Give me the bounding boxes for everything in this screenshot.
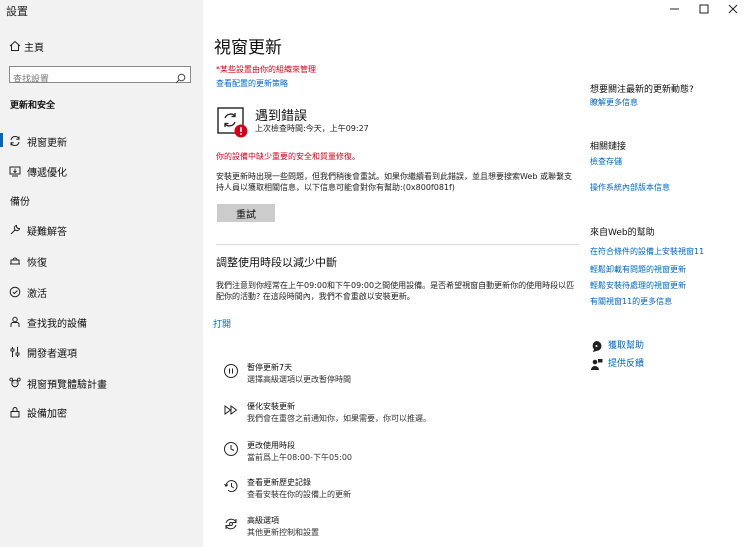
active-hours-description: 我們注意到你經常在上午09:00和下午09:00之間使用設備。是否希望視窗自動更… <box>216 281 575 301</box>
sidebar-item-backup[interactable]: 備份 <box>0 189 203 211</box>
sidebar-item-label: 視窗預覽體驗計畫 <box>27 380 107 391</box>
fast-forward-icon <box>223 402 239 418</box>
sidebar-item-label: 查找我的設備 <box>27 319 87 330</box>
web-help-heading: 來自Web的幫助 <box>590 228 655 238</box>
help-icon <box>590 338 603 352</box>
turn-on-link[interactable]: 打開 <box>213 317 231 330</box>
option-title: 高級選項 <box>247 516 279 525</box>
advanced-icon <box>223 516 239 532</box>
feedback-icon <box>590 356 603 370</box>
sidebar-item-recovery[interactable]: 恢復 <box>0 250 203 272</box>
clock-icon <box>223 441 239 457</box>
sidebar-item-delivery[interactable]: 傳遞優化 <box>0 160 203 182</box>
last-check-time: 上次檢查時間:今天，上午09:27 <box>255 124 369 133</box>
insider-icon <box>8 376 22 390</box>
web-help-link[interactable]: 輕鬆安裝待處理的視窗更新 <box>590 280 686 291</box>
recovery-icon <box>8 254 22 268</box>
warning-message: 你的設備中缺少重要的安全和質量修復。 <box>216 152 360 161</box>
sidebar-item-label: 視窗更新 <box>27 138 67 149</box>
right-panel-question: 想要關注最新的更新動態? <box>590 85 694 95</box>
get-help-link[interactable]: 獲取幫助 <box>608 338 644 351</box>
option-description: 當前爲上午08:00-下午05:00 <box>247 453 352 462</box>
search-box[interactable] <box>9 66 191 88</box>
active-indicator <box>0 133 3 147</box>
option-title: 查看更新歷史記錄 <box>247 478 311 487</box>
sidebar-item-label: 疑難解答 <box>27 227 67 238</box>
search-input[interactable] <box>10 72 173 88</box>
search-icon[interactable] <box>175 69 186 84</box>
option-title: 暫停更新7天 <box>247 363 293 372</box>
sidebar-item-troubleshoot[interactable]: 疑難解答 <box>0 219 203 241</box>
history-icon <box>223 478 239 494</box>
status-title: 遇到錯誤 <box>255 109 308 124</box>
sidebar-item-find-my-device[interactable]: 查找我的設備 <box>0 311 203 333</box>
sidebar-item-windows-update[interactable]: 視窗更新 <box>0 130 203 152</box>
update-error-icon <box>217 107 249 139</box>
sidebar: 設置 主頁 更新和安全 視窗更新 傳遞優化 備份 疑難解答 <box>0 0 203 547</box>
error-description: 安裝更新時出現一些問題，但我們稍後會重試。如果你繼續看到此錯誤，並且想要搜索We… <box>216 172 572 192</box>
developer-icon <box>8 345 22 359</box>
option-description: 其他更新控制和設置 <box>247 528 319 537</box>
retry-button[interactable]: 重試 <box>217 204 275 222</box>
sidebar-item-label: 恢復 <box>27 258 47 269</box>
option-description: 選擇高級選項以更改暫停時間 <box>247 375 351 384</box>
sidebar-item-label: 傳遞優化 <box>27 168 67 179</box>
sidebar-item-activation[interactable]: 激活 <box>0 281 203 303</box>
sidebar-item-home[interactable]: 主頁 <box>0 35 203 57</box>
sidebar-item-label: 開發者選項 <box>27 349 77 360</box>
feedback-link[interactable]: 提供反饋 <box>608 356 644 369</box>
page-title: 視窗更新 <box>214 38 282 58</box>
check-storage-link[interactable]: 檢查存儲 <box>590 156 622 167</box>
delivery-icon <box>8 164 22 178</box>
lock-icon <box>8 405 22 419</box>
related-links-heading: 相關鏈接 <box>590 142 627 152</box>
sidebar-item-label: 激活 <box>27 289 47 300</box>
policy-link[interactable]: 查看配置的更新策略 <box>216 78 288 89</box>
section-label: 更新和安全 <box>10 101 56 111</box>
app-title: 設置 <box>6 5 28 18</box>
web-help-link[interactable]: 輕鬆卸載有問題的視窗更新 <box>590 264 686 275</box>
sidebar-item-label: 備份 <box>10 197 30 208</box>
sidebar-item-label: 設備加密 <box>27 409 67 420</box>
person-icon <box>8 315 22 329</box>
divider <box>216 244 579 245</box>
home-icon <box>8 39 22 53</box>
option-description: 我們會在重啓之前通知你，如果需要，你可以推遲。 <box>247 414 431 423</box>
main-content: 視窗更新 *某些設置由你的組織來管理 查看配置的更新策略 遇到錯誤 上次檢查時間… <box>203 0 750 547</box>
active-hours-heading: 調整使用時段以減少中斷 <box>216 256 337 269</box>
sidebar-home-label: 主頁 <box>24 43 44 54</box>
sidebar-item-encryption[interactable]: 設備加密 <box>0 401 203 423</box>
option-title: 優化安裝更新 <box>247 402 295 411</box>
os-build-info-link[interactable]: 操作系統內部版本信息 <box>590 182 670 193</box>
sidebar-item-developer[interactable]: 開發者選項 <box>0 341 203 363</box>
sidebar-item-insider[interactable]: 視窗預覽體驗計畫 <box>0 372 203 394</box>
refresh-icon <box>8 134 22 148</box>
learn-more-link[interactable]: 瞭解更多信息 <box>590 97 638 108</box>
web-help-link[interactable]: 在符合條件的設備上安裝視窗11 <box>590 246 704 257</box>
wrench-icon <box>8 223 22 237</box>
managed-notice: *某些設置由你的組織來管理 <box>216 65 316 74</box>
web-help-link[interactable]: 有關視窗11的更多信息 <box>590 296 672 307</box>
option-title: 更改使用時段 <box>247 441 295 450</box>
activation-icon <box>8 285 22 299</box>
option-description: 查看安裝在你的設備上的更新 <box>247 490 351 499</box>
pause-icon <box>223 363 239 379</box>
